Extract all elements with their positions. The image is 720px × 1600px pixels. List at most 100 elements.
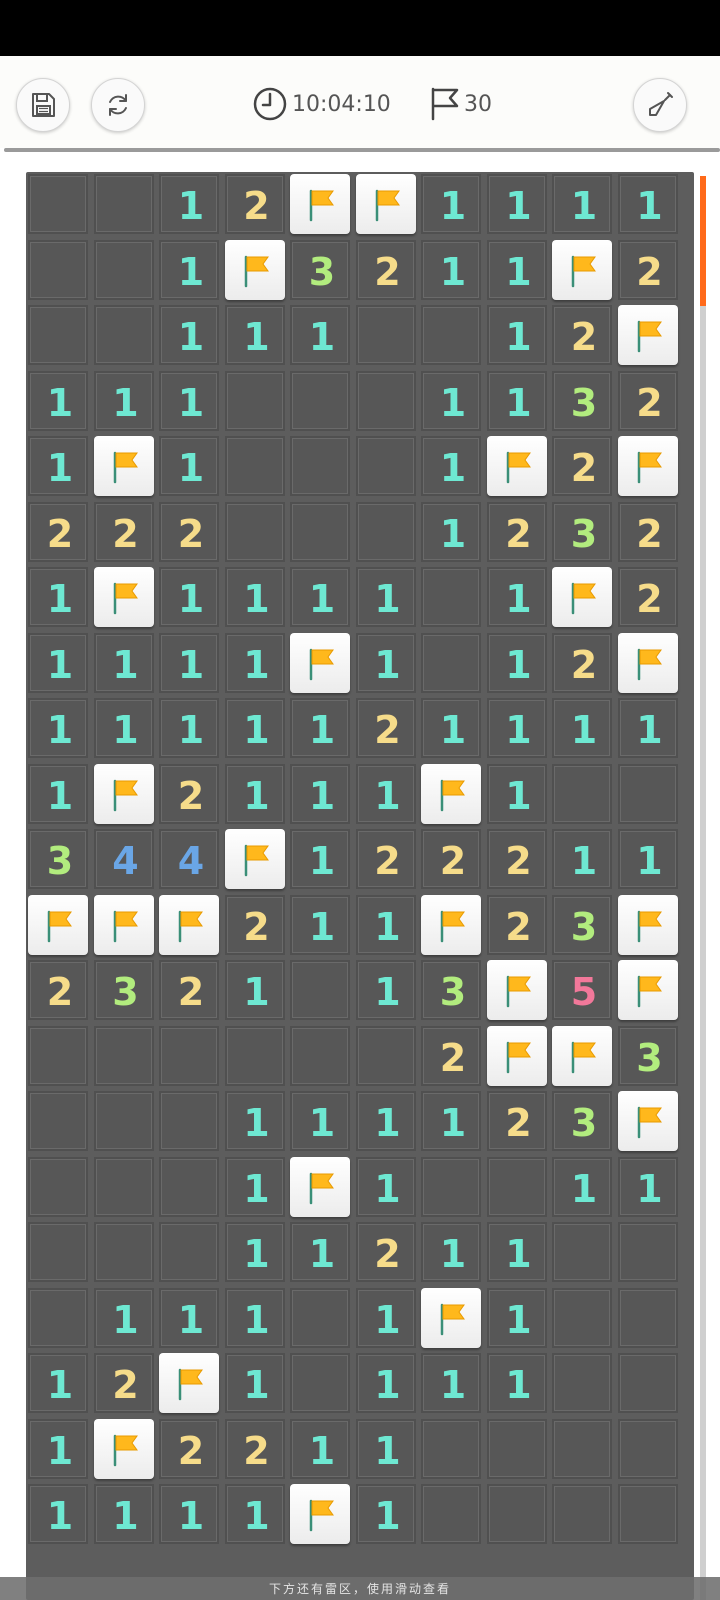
number-cell[interactable]: 2: [224, 894, 285, 955]
number-cell[interactable]: 1: [617, 698, 678, 758]
number-cell[interactable]: 1: [290, 1091, 350, 1151]
empty-cell[interactable]: [290, 370, 350, 431]
number-cell[interactable]: 1: [421, 1353, 481, 1413]
number-cell[interactable]: 1: [159, 370, 219, 431]
empty-cell[interactable]: [28, 1091, 88, 1151]
number-cell[interactable]: 1: [355, 894, 416, 955]
flagged-cell[interactable]: [93, 894, 154, 955]
flagged-cell[interactable]: [290, 1156, 350, 1217]
number-cell[interactable]: 1: [224, 763, 285, 824]
empty-cell[interactable]: [93, 305, 154, 365]
number-cell[interactable]: 1: [421, 174, 481, 234]
number-cell[interactable]: 1: [224, 698, 285, 758]
number-cell[interactable]: 3: [552, 501, 612, 562]
empty-cell[interactable]: [617, 763, 678, 824]
empty-cell[interactable]: [290, 1025, 350, 1086]
number-cell[interactable]: 1: [290, 305, 350, 365]
number-cell[interactable]: 2: [93, 1353, 154, 1413]
flagged-cell[interactable]: [28, 894, 88, 955]
empty-cell[interactable]: [159, 1156, 219, 1217]
flagged-cell[interactable]: [159, 894, 219, 955]
number-cell[interactable]: 1: [290, 763, 350, 824]
number-cell[interactable]: 1: [93, 632, 154, 693]
number-cell[interactable]: 1: [421, 370, 481, 431]
number-cell[interactable]: 1: [552, 698, 612, 758]
number-cell[interactable]: 1: [159, 436, 219, 496]
number-cell[interactable]: 1: [486, 239, 547, 300]
number-cell[interactable]: 1: [552, 829, 612, 889]
number-cell[interactable]: 2: [617, 239, 678, 300]
empty-cell[interactable]: [93, 1025, 154, 1086]
number-cell[interactable]: 1: [159, 239, 219, 300]
number-cell[interactable]: 2: [355, 1222, 416, 1282]
number-cell[interactable]: 1: [486, 632, 547, 693]
number-cell[interactable]: 1: [93, 698, 154, 758]
empty-cell[interactable]: [617, 1287, 678, 1348]
number-cell[interactable]: 1: [224, 567, 285, 627]
number-cell[interactable]: 1: [486, 567, 547, 627]
empty-cell[interactable]: [355, 501, 416, 562]
number-cell[interactable]: 1: [224, 1156, 285, 1217]
number-cell[interactable]: 2: [355, 829, 416, 889]
number-cell[interactable]: 2: [224, 174, 285, 234]
flagged-cell[interactable]: [552, 567, 612, 627]
number-cell[interactable]: 2: [486, 1091, 547, 1151]
number-cell[interactable]: 1: [617, 174, 678, 234]
number-cell[interactable]: 2: [159, 1418, 219, 1479]
flagged-cell[interactable]: [552, 1025, 612, 1086]
number-cell[interactable]: 1: [159, 305, 219, 365]
number-cell[interactable]: 2: [159, 763, 219, 824]
flagged-cell[interactable]: [617, 894, 678, 955]
number-cell[interactable]: 2: [552, 305, 612, 365]
empty-cell[interactable]: [28, 1025, 88, 1086]
empty-cell[interactable]: [552, 1222, 612, 1282]
empty-cell[interactable]: [290, 1353, 350, 1413]
number-cell[interactable]: 2: [28, 960, 88, 1020]
number-cell[interactable]: 1: [224, 1287, 285, 1348]
empty-cell[interactable]: [159, 1025, 219, 1086]
empty-cell[interactable]: [159, 1091, 219, 1151]
scrollbar-thumb[interactable]: [700, 176, 706, 306]
number-cell[interactable]: 3: [552, 1091, 612, 1151]
number-cell[interactable]: 1: [421, 436, 481, 496]
number-cell[interactable]: 2: [355, 698, 416, 758]
number-cell[interactable]: 2: [28, 501, 88, 562]
empty-cell[interactable]: [93, 1091, 154, 1151]
number-cell[interactable]: 1: [28, 698, 88, 758]
flagged-cell[interactable]: [290, 174, 350, 234]
number-cell[interactable]: 1: [159, 174, 219, 234]
number-cell[interactable]: 1: [421, 1091, 481, 1151]
flagged-cell[interactable]: [355, 174, 416, 234]
empty-cell[interactable]: [421, 305, 481, 365]
number-cell[interactable]: 1: [290, 1222, 350, 1282]
number-cell[interactable]: 1: [28, 1353, 88, 1413]
minefield-board[interactable]: 1211111321121111211111321112222123211111…: [26, 172, 694, 1600]
empty-cell[interactable]: [552, 763, 612, 824]
number-cell[interactable]: 1: [28, 1418, 88, 1479]
number-cell[interactable]: 2: [355, 239, 416, 300]
number-cell[interactable]: 2: [486, 894, 547, 955]
empty-cell[interactable]: [486, 1484, 547, 1544]
number-cell[interactable]: 1: [224, 632, 285, 693]
restart-button[interactable]: [91, 78, 145, 132]
empty-cell[interactable]: [290, 1287, 350, 1348]
flagged-cell[interactable]: [486, 1025, 547, 1086]
number-cell[interactable]: 1: [290, 894, 350, 955]
empty-cell[interactable]: [224, 370, 285, 431]
number-cell[interactable]: 1: [290, 829, 350, 889]
empty-cell[interactable]: [421, 632, 481, 693]
number-cell[interactable]: 1: [224, 1484, 285, 1544]
flagged-cell[interactable]: [421, 1287, 481, 1348]
number-cell[interactable]: 2: [617, 567, 678, 627]
flagged-cell[interactable]: [421, 763, 481, 824]
number-cell[interactable]: 1: [486, 763, 547, 824]
empty-cell[interactable]: [159, 1222, 219, 1282]
empty-cell[interactable]: [355, 1025, 416, 1086]
number-cell[interactable]: 1: [93, 1484, 154, 1544]
empty-cell[interactable]: [224, 501, 285, 562]
number-cell[interactable]: 1: [93, 1287, 154, 1348]
empty-cell[interactable]: [93, 1222, 154, 1282]
empty-cell[interactable]: [617, 1222, 678, 1282]
number-cell[interactable]: 1: [355, 1287, 416, 1348]
flagged-cell[interactable]: [552, 239, 612, 300]
